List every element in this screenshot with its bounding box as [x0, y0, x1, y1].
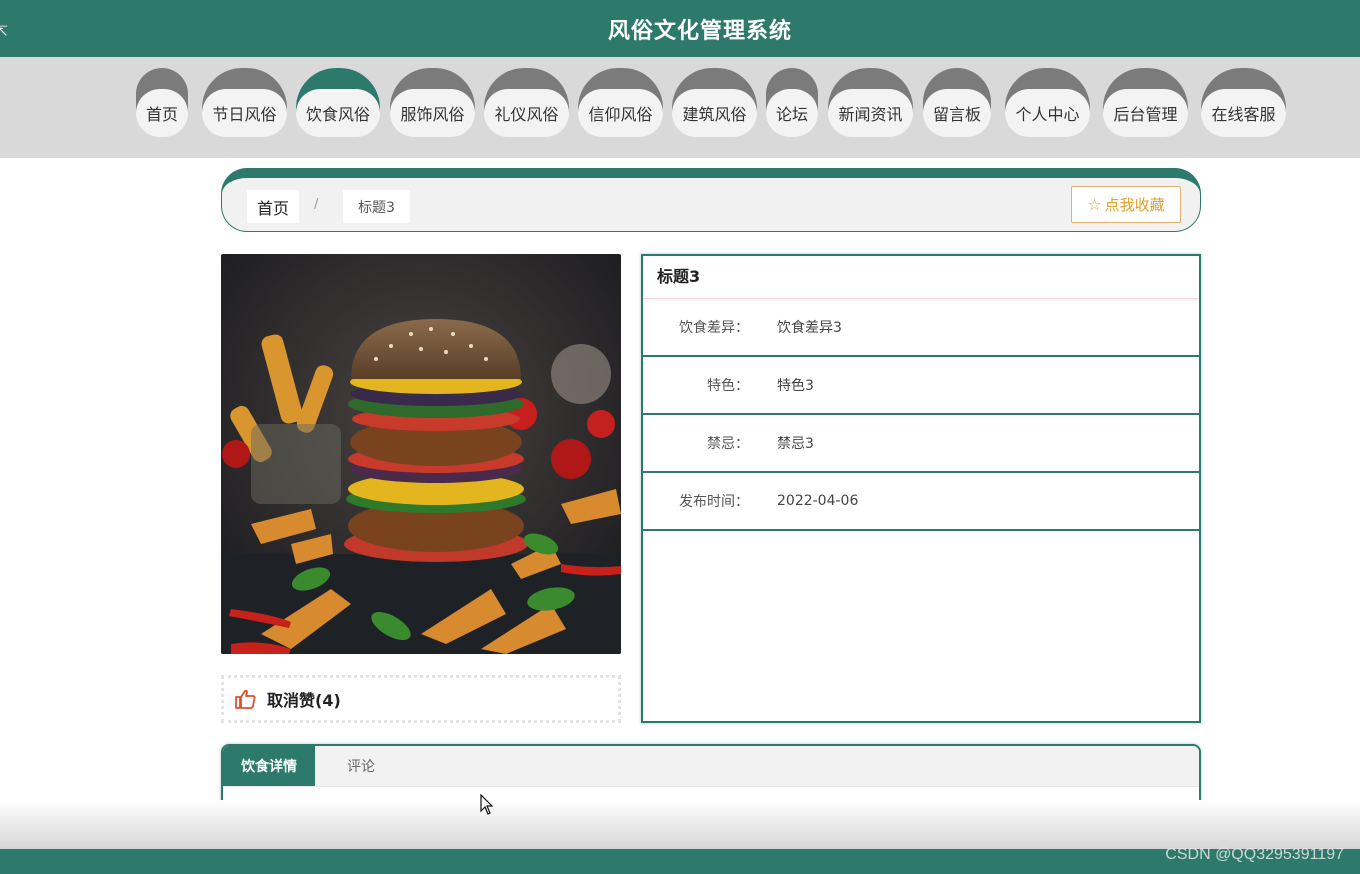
detail-value: 特色3: [777, 378, 814, 394]
nav-item-label: 节日风俗: [202, 89, 287, 137]
nav-item-food[interactable]: 饮食风俗: [296, 68, 380, 137]
thumbs-up-icon: [235, 689, 256, 709]
detail-label: 发布时间：: [679, 494, 749, 510]
burger-image: [221, 254, 621, 654]
nav-item-label: 在线客服: [1201, 89, 1286, 137]
footer-bar: [0, 849, 1360, 874]
detail-label: 禁忌：: [707, 436, 749, 452]
detail-row: 饮食差异： 饮食差异3: [643, 299, 1199, 357]
nav-item-label: 后台管理: [1103, 89, 1188, 137]
nav-bar: 首页 节日风俗 饮食风俗 服饰风俗 礼仪风俗 信仰风俗 建筑风俗 论坛 新闻资讯…: [0, 57, 1360, 158]
detail-label: 特色：: [707, 378, 749, 394]
detail-panel: 标题3 饮食差异： 饮食差异3 特色： 特色3 禁忌： 禁忌3 发布时间： 20…: [641, 254, 1201, 723]
detail-value: 禁忌3: [777, 436, 814, 452]
detail-row: 禁忌： 禁忌3: [643, 415, 1199, 473]
detail-row: 发布时间： 2022-04-06: [643, 473, 1199, 531]
site-title: 风俗文化管理系统: [607, 18, 792, 44]
nav-item-online-service[interactable]: 在线客服: [1201, 68, 1286, 137]
nav-item-label: 首页: [136, 89, 188, 137]
nav-item-label: 服饰风俗: [390, 89, 475, 137]
breadcrumb-home-link[interactable]: 首页: [247, 190, 300, 223]
nav-item-admin[interactable]: 后台管理: [1103, 68, 1188, 137]
breadcrumb: 首页 / 标题3 ☆ 点我收藏: [221, 168, 1201, 232]
star-outline-icon: ☆: [1087, 195, 1102, 214]
like-label: 取消赞(4): [267, 691, 341, 710]
bottom-fade: [0, 800, 1360, 849]
nav-item-belief[interactable]: 信仰风俗: [578, 68, 663, 137]
nav-item-label: 论坛: [766, 89, 818, 137]
nav-item-forum[interactable]: 论坛: [766, 68, 818, 137]
cursor-fragment-icon: ⇱: [0, 24, 8, 40]
nav-item-label: 新闻资讯: [828, 89, 913, 137]
detail-row: 特色： 特色3: [643, 357, 1199, 415]
detail-value: 2022-04-06: [777, 493, 859, 509]
breadcrumb-current: 标题3: [343, 190, 410, 223]
nav-item-label: 饮食风俗: [296, 89, 380, 137]
breadcrumb-separator: /: [314, 197, 319, 212]
favorite-button[interactable]: ☆ 点我收藏: [1071, 186, 1181, 223]
nav-item-label: 信仰风俗: [578, 89, 663, 137]
nav-item-label: 建筑风俗: [672, 89, 757, 137]
nav-item-etiquette[interactable]: 礼仪风俗: [484, 68, 569, 137]
favorite-label: 点我收藏: [1104, 196, 1165, 214]
nav-item-news[interactable]: 新闻资讯: [828, 68, 913, 137]
detail-title: 标题3: [643, 256, 1199, 299]
nav-item-clothing[interactable]: 服饰风俗: [390, 68, 475, 137]
nav-item-label: 礼仪风俗: [484, 89, 569, 137]
detail-value: 饮食差异3: [777, 320, 842, 336]
nav-item-home[interactable]: 首页: [136, 68, 188, 137]
nav-item-festival[interactable]: 节日风俗: [202, 68, 287, 137]
like-toggle[interactable]: 取消赞(4): [221, 675, 621, 723]
nav-item-message-board[interactable]: 留言板: [923, 68, 991, 137]
top-header: ⇱ 风俗文化管理系统: [0, 0, 1360, 57]
nav-item-personal-center[interactable]: 个人中心: [1005, 68, 1090, 137]
tab-bar: 饮食详情 评论: [223, 746, 1199, 787]
food-image: [221, 254, 621, 654]
detail-label: 饮食差异：: [679, 320, 749, 336]
nav-item-label: 个人中心: [1005, 89, 1090, 137]
tab-comments[interactable]: 评论: [315, 746, 407, 786]
nav-item-architecture[interactable]: 建筑风俗: [672, 68, 757, 137]
watermark: CSDN @QQ3295391197: [1165, 846, 1344, 863]
tab-food-details[interactable]: 饮食详情: [223, 746, 315, 786]
mouse-pointer-icon: [480, 794, 494, 815]
nav-item-label: 留言板: [923, 89, 991, 137]
